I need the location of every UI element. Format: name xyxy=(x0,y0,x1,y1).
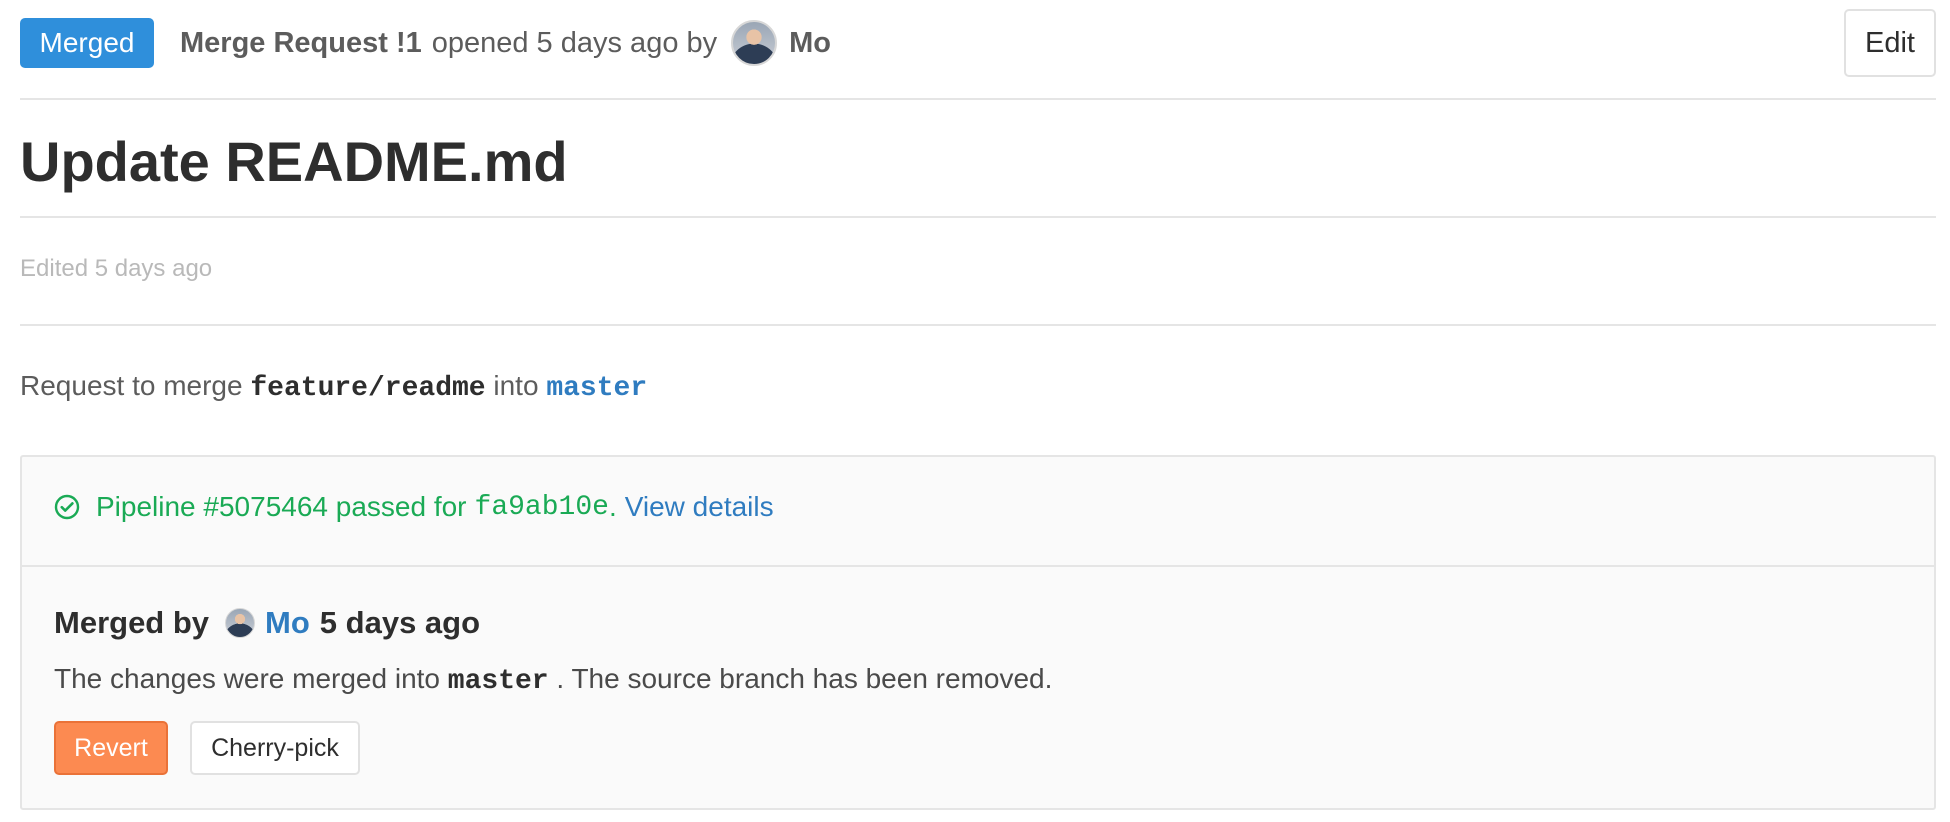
request-prefix: Request to merge xyxy=(20,370,243,401)
merged-by-line: Merged by Mo 5 days ago xyxy=(54,605,480,641)
merged-by-user-link[interactable]: Mo xyxy=(265,605,310,641)
merge-request-id: Merge Request !1 xyxy=(180,26,422,59)
edited-section xyxy=(20,218,1936,326)
merge-request-meta: Merge Request !1 opened 5 days ago by Mo xyxy=(180,18,831,68)
edit-button[interactable]: Edit xyxy=(1844,9,1936,77)
merge-request-header: Merged Merge Request !1 opened 5 days ag… xyxy=(20,0,1936,100)
pipeline-status-row: Pipeline #5075464 passed for fa9ab10e . … xyxy=(22,457,1934,567)
pipeline-suffix: . xyxy=(608,491,617,522)
view-details-link[interactable]: View details xyxy=(625,491,774,523)
request-middle: into xyxy=(493,370,539,401)
merged-description: The changes were merged into master . Th… xyxy=(54,663,1052,697)
merged-prefix: The changes were merged into xyxy=(54,663,440,694)
merge-request-widget: Pipeline #5075464 passed for fa9ab10e . … xyxy=(20,455,1936,810)
merge-request-page: Merged Merge Request !1 opened 5 days ag… xyxy=(20,0,1936,810)
revert-button[interactable]: Revert xyxy=(54,721,168,775)
cherry-pick-button[interactable]: Cherry-pick xyxy=(190,721,360,775)
author-avatar-icon[interactable] xyxy=(731,20,778,66)
merged-by-avatar-icon[interactable] xyxy=(225,608,256,638)
merged-target-branch: master xyxy=(447,666,549,697)
merged-by-label: Merged by xyxy=(54,605,210,640)
author-name-link[interactable]: Mo xyxy=(789,27,831,60)
target-branch-link[interactable]: master xyxy=(546,373,647,404)
merged-info-block: Merged by Mo 5 days ago The changes were… xyxy=(22,567,1934,812)
page-title: Update README.md xyxy=(20,130,568,193)
pipeline-prefix: Pipeline #5075464 passed for xyxy=(96,491,467,522)
commit-sha[interactable]: fa9ab10e xyxy=(475,492,609,523)
source-branch: feature/readme xyxy=(250,373,486,404)
pipeline-status: Pipeline #5075464 passed for fa9ab10e . … xyxy=(54,491,774,523)
check-circle-icon xyxy=(54,494,80,520)
edited-timestamp: Edited 5 days ago xyxy=(20,255,213,282)
opened-text: opened 5 days ago by xyxy=(431,26,718,59)
status-badge: Merged xyxy=(20,18,154,68)
request-to-merge-line: Request to merge feature/readme into mas… xyxy=(20,370,647,404)
merged-time: 5 days ago xyxy=(319,605,481,640)
merged-suffix: . The source branch has been removed. xyxy=(556,663,1053,694)
